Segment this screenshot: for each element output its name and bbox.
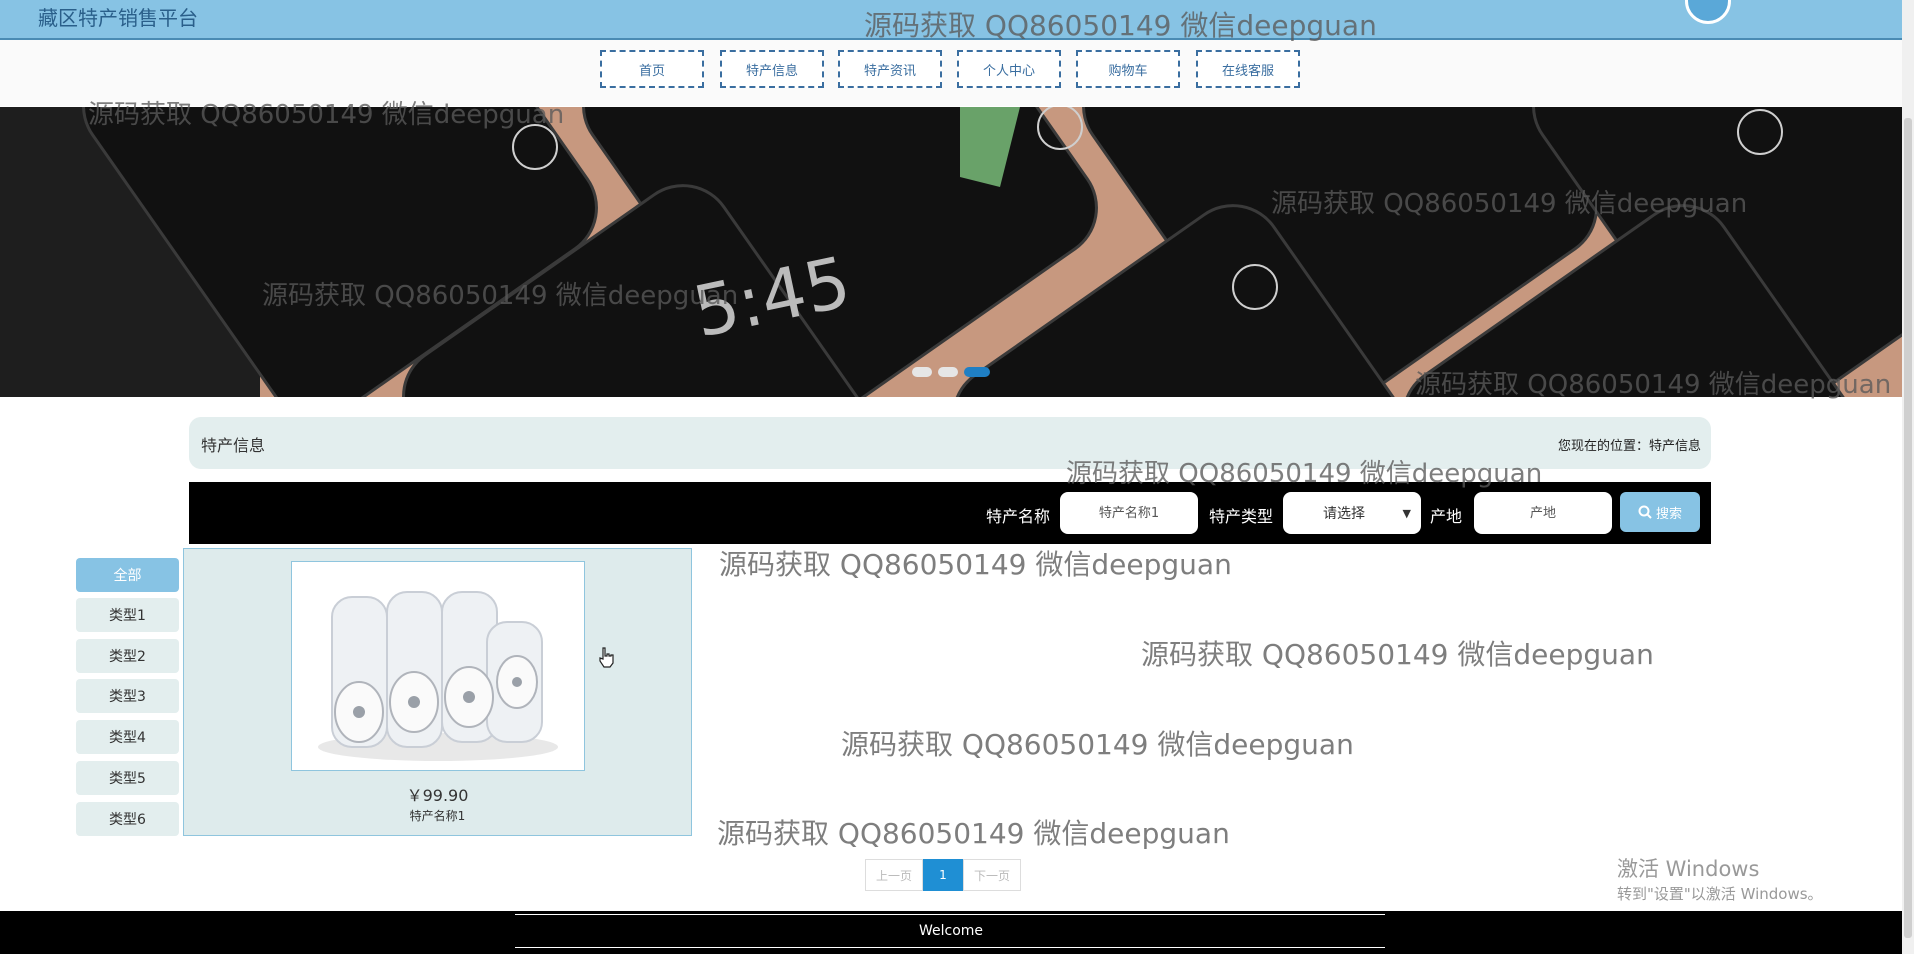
category-all[interactable]: 全部 — [76, 558, 179, 592]
category-type4[interactable]: 类型4 — [76, 720, 179, 754]
product-photo — [292, 562, 584, 770]
banner-image: 5:45 — [0, 107, 1902, 397]
top-header-bar: 藏区特产销售平台 — [0, 0, 1902, 40]
origin-label: 产地 — [1430, 507, 1463, 526]
search-icon — [1638, 505, 1652, 519]
nav-item-specialty-news[interactable]: 特产资讯 — [838, 50, 942, 88]
search-button[interactable]: 搜索 — [1620, 492, 1700, 532]
carousel-dot[interactable] — [938, 367, 958, 377]
main-nav: 首页 特产信息 特产资讯 个人中心 购物车 在线客服 — [0, 40, 1902, 106]
carousel-dot-active[interactable] — [964, 367, 990, 377]
chevron-down-icon: ▼ — [1402, 506, 1411, 520]
scrollbar-thumb[interactable] — [1904, 118, 1912, 938]
watermark-text: 源码获取 QQ86050149 微信deepguan — [719, 548, 1232, 581]
name-label: 特产名称 — [986, 507, 1051, 526]
footer-divider — [515, 914, 1385, 915]
site-title: 藏区特产销售平台 — [38, 6, 198, 30]
type-label: 特产类型 — [1209, 507, 1274, 526]
watermark-text: 源码获取 QQ86050149 微信deepguan — [1141, 638, 1654, 671]
nav-item-home[interactable]: 首页 — [600, 50, 704, 88]
avatar[interactable] — [1685, 0, 1731, 24]
product-name[interactable]: 特产名称1 — [184, 807, 691, 824]
page-number-current[interactable]: 1 — [923, 859, 963, 891]
prev-page-button[interactable]: 上一页 — [865, 859, 923, 891]
page-scrollbar[interactable] — [1902, 0, 1914, 954]
footer-divider — [515, 947, 1385, 948]
product-list: ￥99.90 特产名称1 — [183, 548, 692, 836]
windows-activation-title: 激活 Windows — [1617, 857, 1760, 881]
carousel-dot[interactable] — [912, 367, 932, 377]
type-select-value: 请选择 — [1323, 506, 1365, 522]
nav-item-cart[interactable]: 购物车 — [1076, 50, 1180, 88]
search-bar: 特产名称 特产类型 请选择 ▼ 产地 搜索 — [189, 482, 1711, 544]
category-type1[interactable]: 类型1 — [76, 598, 179, 632]
page-title: 特产信息 — [201, 436, 266, 455]
nav-item-online-service[interactable]: 在线客服 — [1196, 50, 1300, 88]
watermark-text: 源码获取 QQ86050149 微信deepguan — [841, 728, 1354, 761]
category-type5[interactable]: 类型5 — [76, 761, 179, 795]
nav-item-specialty-info[interactable]: 特产信息 — [720, 50, 824, 88]
windows-activation-subtitle: 转到"设置"以激活 Windows。 — [1617, 885, 1823, 903]
category-type2[interactable]: 类型2 — [76, 639, 179, 673]
name-search-input[interactable] — [1060, 492, 1198, 534]
footer: Welcome — [0, 911, 1902, 954]
next-page-button[interactable]: 下一页 — [963, 859, 1021, 891]
search-button-label: 搜索 — [1655, 506, 1682, 522]
pagination: 上一页 1 下一页 — [865, 859, 1021, 891]
carousel-indicators — [912, 367, 990, 377]
watermark-text: 源码获取 QQ86050149 微信deepguan — [717, 817, 1230, 850]
category-type3[interactable]: 类型3 — [76, 679, 179, 713]
hand-cursor-icon — [599, 647, 614, 668]
origin-search-input[interactable] — [1474, 492, 1612, 534]
banner-carousel[interactable]: 5:45 — [0, 107, 1902, 397]
footer-text: Welcome — [918, 923, 984, 939]
product-price: ￥99.90 — [406, 786, 469, 805]
category-type6[interactable]: 类型6 — [76, 802, 179, 836]
breadcrumb: 您现在的位置：特产信息 — [1557, 439, 1701, 454]
section-header: 特产信息 您现在的位置：特产信息 — [189, 417, 1711, 469]
type-select[interactable]: 请选择 ▼ — [1283, 492, 1421, 534]
product-image[interactable] — [291, 561, 585, 771]
nav-item-personal-center[interactable]: 个人中心 — [957, 50, 1061, 88]
